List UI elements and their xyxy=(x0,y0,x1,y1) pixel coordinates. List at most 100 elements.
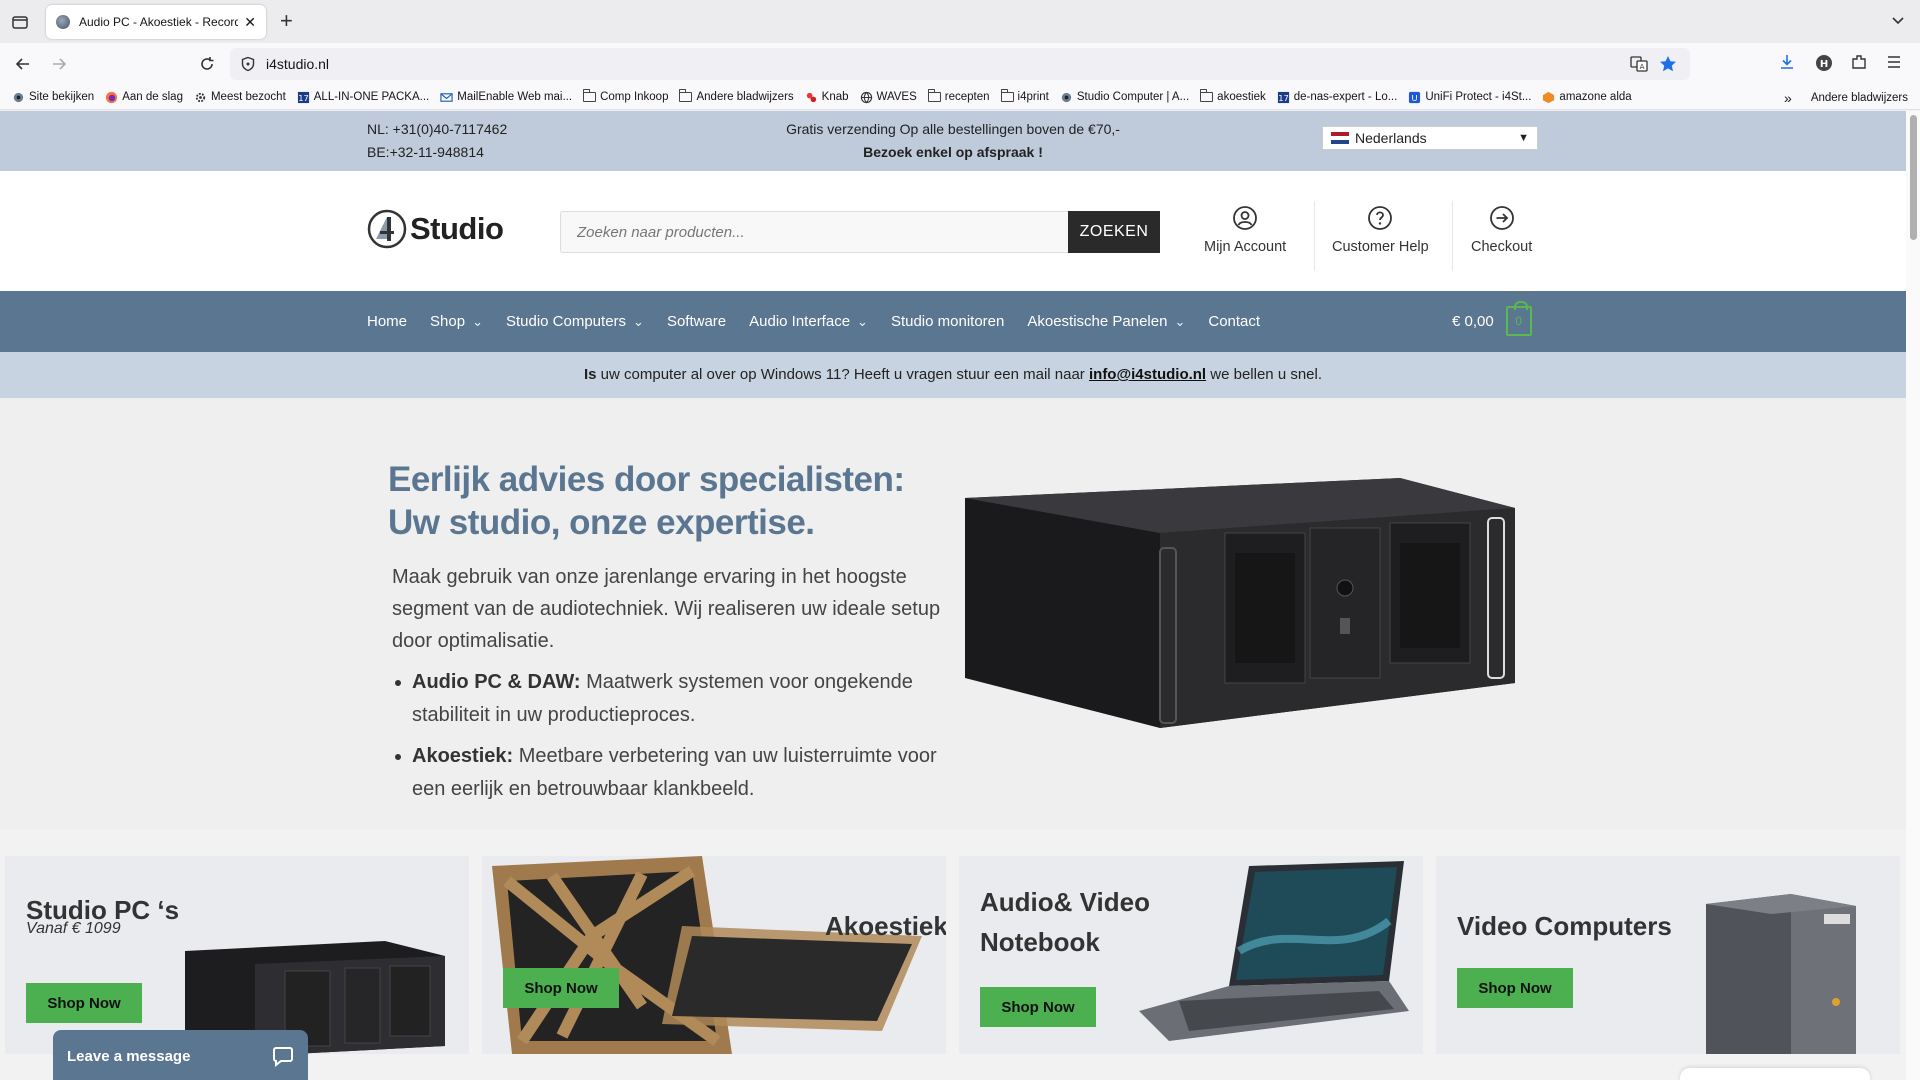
bookmark-item[interactable]: Comp Inkoop xyxy=(583,89,669,103)
url-text: i4studio.nl xyxy=(266,56,330,72)
hero-bullet-list: Audio PC & DAW: Maatwerk systemen voor o… xyxy=(395,666,952,814)
hero-title: Eerlijk advies door specialisten: Uw stu… xyxy=(388,460,905,542)
nav-item[interactable]: Studio monitoren xyxy=(891,313,1004,330)
bookmark-label: Studio Computer | A... xyxy=(1076,91,1190,103)
chevron-double-right-icon[interactable]: » xyxy=(1784,90,1792,106)
bookmark-item[interactable]: Andere bladwijzers xyxy=(679,89,794,103)
notice-email-link[interactable]: info@i4studio.nl xyxy=(1089,366,1206,383)
logo-text: Studio xyxy=(410,211,504,246)
bookmark-item[interactable]: Studio Computer | A... xyxy=(1060,91,1189,104)
corner-popup-tab[interactable] xyxy=(1680,1068,1870,1080)
site-logo[interactable]: Studio xyxy=(367,209,504,249)
main-navigation: Home Shop ⌄ Studio Computers ⌄ Software Audio … xyxy=(0,291,1906,352)
extensions-icon[interactable] xyxy=(1850,53,1868,71)
bookmark-item[interactable]: U UniFi Protect - i4St... xyxy=(1408,91,1531,104)
nav-item-label: Shop xyxy=(430,313,466,330)
category-card-notebook[interactable]: Audio& Video Notebook Shop Now xyxy=(959,856,1423,1054)
nav-item[interactable]: Software xyxy=(667,313,726,330)
shopping-bag-icon: 0 xyxy=(1505,301,1532,336)
bookmark-label: UniFi Protect - i4St... xyxy=(1425,91,1532,103)
shipping-notice: Gratis verzending Op alle bestellingen b… xyxy=(0,118,1906,164)
bookmark-item[interactable]: amazone alda xyxy=(1542,91,1632,104)
notice-tail: we bellen u snel. xyxy=(1206,366,1323,383)
folder-icon xyxy=(679,89,693,102)
language-select[interactable]: Nederlands ▼ xyxy=(1322,126,1538,150)
customer-help-link[interactable]: Customer Help xyxy=(1332,205,1429,255)
shop-now-button[interactable]: Shop Now xyxy=(1457,968,1573,1008)
mail-icon xyxy=(440,92,453,102)
reload-icon[interactable] xyxy=(196,53,218,75)
chevron-down-icon: ⌄ xyxy=(633,313,644,329)
shield-icon[interactable] xyxy=(240,56,256,72)
bookmark-label: Aan de slag xyxy=(122,91,183,103)
top-info-strip: NL: +31(0)40-7117462 BE:+32-11-948814 Gr… xyxy=(0,111,1906,171)
close-tab-icon[interactable]: ✕ xyxy=(244,14,256,31)
nav-item-label: Audio Interface xyxy=(749,313,851,330)
bookmark-label: Comp Inkoop xyxy=(600,91,669,103)
bookmark-label: Meest bezocht xyxy=(210,91,286,103)
nav-item[interactable]: Audio Interface ⌄ xyxy=(749,313,868,330)
nav-item-label: Contact xyxy=(1208,313,1261,330)
bookmark-item[interactable]: Meest bezocht xyxy=(194,91,286,104)
page: NL: +31(0)40-7117462 BE:+32-11-948814 Gr… xyxy=(0,111,1906,1080)
scrollbar-thumb[interactable] xyxy=(1910,115,1917,240)
nav-item-label: Akoestische Panelen xyxy=(1027,313,1168,330)
shop-now-button[interactable]: Shop Now xyxy=(26,983,142,1023)
category-card-studio-pc[interactable]: Studio PC ‘s Vanaf € 1099 Shop Now xyxy=(5,856,469,1054)
svg-text:17: 17 xyxy=(1278,93,1289,103)
browser-tab[interactable]: Audio PC - Akoestiek - Recording ✕ xyxy=(46,5,266,39)
site-favicon-icon xyxy=(56,15,70,29)
bookmark-item[interactable]: akoestiek xyxy=(1200,89,1266,103)
svg-text:H: H xyxy=(1820,59,1828,70)
bookmark-item[interactable]: 17 de-nas-expert - Lo... xyxy=(1277,91,1398,104)
new-tab-icon[interactable]: + xyxy=(280,10,293,32)
bookmark-label: de-nas-expert - Lo... xyxy=(1293,91,1398,103)
bookmark-item[interactable]: 17 ALL-IN-ONE PACKA... xyxy=(297,91,429,104)
bookmark-item[interactable]: recepten xyxy=(927,89,990,103)
nav-item[interactable]: Akoestische Panelen ⌄ xyxy=(1027,313,1185,330)
account-label: Mijn Account xyxy=(1204,239,1287,255)
bookmark-item[interactable]: Knab xyxy=(805,91,849,104)
nav-item[interactable]: Contact xyxy=(1208,313,1260,330)
category-card-akoestiek[interactable]: Akoestiek Shop Now xyxy=(482,856,946,1054)
translate-icon[interactable]: A xyxy=(1630,55,1648,73)
chat-widget[interactable]: Leave a message xyxy=(53,1030,308,1080)
bookmark-item[interactable]: Aan de slag xyxy=(105,91,183,104)
hero-bullet: Akoestiek: Meetbare verbetering van uw l… xyxy=(395,740,952,806)
bookmark-item[interactable]: WAVES xyxy=(860,91,917,104)
cart-button[interactable]: € 0,00 0 xyxy=(1452,301,1532,336)
unifi-icon: U xyxy=(1409,91,1421,103)
menu-icon[interactable] xyxy=(1886,53,1902,71)
page-scrollbar[interactable] xyxy=(1906,111,1920,1080)
nav-item[interactable]: Shop ⌄ xyxy=(430,313,483,330)
nav-item[interactable]: Studio Computers ⌄ xyxy=(506,313,644,330)
shop-now-button[interactable]: Shop Now xyxy=(503,968,619,1008)
forward-icon[interactable] xyxy=(48,53,70,75)
bookmark-item[interactable]: MailEnable Web mai... xyxy=(440,91,572,104)
checkout-link[interactable]: Checkout xyxy=(1471,205,1532,255)
arrow-circle-icon xyxy=(1489,206,1514,230)
nav-item-label: Home xyxy=(367,313,408,330)
download-icon[interactable] xyxy=(1778,53,1796,71)
card-title: Video Computers xyxy=(1457,911,1672,941)
chevron-down-icon[interactable] xyxy=(1890,12,1906,28)
bookmark-star-icon[interactable] xyxy=(1658,54,1678,74)
tab-list-icon[interactable] xyxy=(10,12,30,32)
notice-text: uw computer al over op Windows 11? Heeft… xyxy=(596,366,1089,383)
bookmark-item[interactable]: i4print xyxy=(1000,89,1049,103)
search-button[interactable]: ZOEKEN xyxy=(1068,211,1160,253)
other-bookmarks[interactable]: » Andere bladwijzers xyxy=(1784,90,1908,106)
account-link[interactable]: Mijn Account xyxy=(1204,205,1286,255)
bookmark-item[interactable]: Site bekijken xyxy=(12,91,94,104)
profile-icon[interactable]: H xyxy=(1814,53,1834,73)
search-input[interactable] xyxy=(560,211,1068,253)
category-card-video-computers[interactable]: Video Computers Shop Now xyxy=(1436,856,1900,1054)
nav-item-label: Studio monitoren xyxy=(890,313,1005,330)
back-icon[interactable] xyxy=(12,53,34,75)
hero-bullet: Audio PC & DAW: Maatwerk systemen voor o… xyxy=(395,666,952,732)
hero-intro: Maak gebruik van onze jarenlange ervarin… xyxy=(392,566,941,652)
chevron-down-icon: ⌄ xyxy=(857,313,868,329)
address-bar[interactable]: i4studio.nl A xyxy=(230,48,1690,80)
nav-item[interactable]: Home xyxy=(367,313,407,330)
shop-now-button[interactable]: Shop Now xyxy=(980,987,1096,1027)
